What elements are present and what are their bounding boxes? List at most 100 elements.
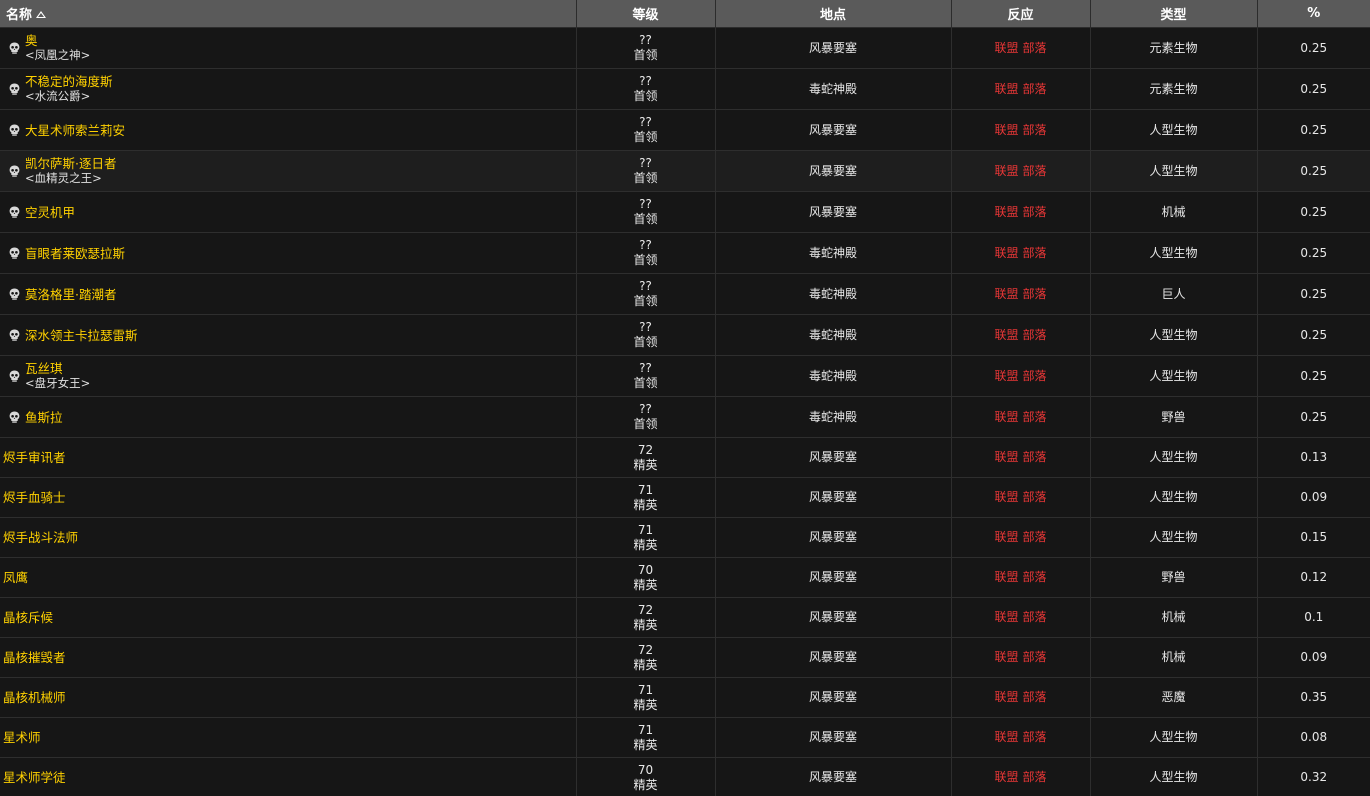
location-label: 毒蛇神殿 <box>808 81 857 96</box>
reaction-horde[interactable]: 部落 <box>1023 123 1047 137</box>
type-cell: 人型生物 <box>1090 437 1258 478</box>
npc-name-link[interactable]: 凯尔萨斯·逐日者 <box>25 156 116 171</box>
location-label: 毒蛇神殿 <box>808 245 857 260</box>
classification-label: 首领 <box>633 171 658 185</box>
reaction-alliance[interactable]: 联盟 <box>994 123 1018 137</box>
reaction-alliance[interactable]: 联盟 <box>994 610 1018 624</box>
npc-name-link[interactable]: 晶核机械师 <box>3 690 66 705</box>
reaction-horde[interactable]: 部落 <box>1023 246 1047 260</box>
reaction-horde[interactable]: 部落 <box>1023 730 1047 744</box>
creature-type-label: 人型生物 <box>1149 770 1198 784</box>
level-value: ?? <box>639 115 652 129</box>
location-cell: 风暴要塞 <box>715 477 952 518</box>
classification-label: 精英 <box>633 657 658 672</box>
reaction-horde[interactable]: 部落 <box>1023 650 1047 664</box>
npc-name-link[interactable]: 瓦丝琪 <box>25 361 90 376</box>
type-cell: 野兽 <box>1090 396 1258 438</box>
reaction-horde[interactable]: 部落 <box>1023 82 1047 96</box>
reaction-horde[interactable]: 部落 <box>1023 41 1047 55</box>
percent-cell: 0.08 <box>1257 717 1370 758</box>
reaction-alliance[interactable]: 联盟 <box>994 690 1018 704</box>
reaction-horde[interactable]: 部落 <box>1023 369 1047 383</box>
npc-name-link[interactable]: 不稳定的海度斯 <box>25 74 113 89</box>
reaction-alliance[interactable]: 联盟 <box>994 82 1018 96</box>
reaction-cell: 联盟 部落 <box>951 717 1091 758</box>
reaction-alliance[interactable]: 联盟 <box>994 205 1018 219</box>
reaction-alliance[interactable]: 联盟 <box>994 246 1018 260</box>
reaction-alliance[interactable]: 联盟 <box>994 164 1018 178</box>
reaction-horde[interactable]: 部落 <box>1023 328 1047 342</box>
type-cell: 人型生物 <box>1090 757 1258 796</box>
type-cell: 机械 <box>1090 637 1258 678</box>
npc-name-link[interactable]: 奥 <box>25 33 90 48</box>
classification-label: 首领 <box>633 212 658 226</box>
npc-name-link[interactable]: 烬手审讯者 <box>3 450 66 465</box>
type-cell: 人型生物 <box>1090 314 1258 356</box>
classification-label: 首领 <box>633 89 658 103</box>
npc-name-link[interactable]: 莫洛格里·踏潮者 <box>25 287 116 302</box>
reaction-horde[interactable]: 部落 <box>1023 690 1047 704</box>
level-value: ?? <box>639 279 652 293</box>
percent-value: 0.25 <box>1300 40 1328 55</box>
npc-name-link[interactable]: 星术师学徒 <box>3 770 66 785</box>
name-cell: 奥 <凤凰之神> <box>0 27 577 69</box>
npc-name-link[interactable]: 星术师 <box>3 730 41 745</box>
skull-icon <box>9 124 20 136</box>
table-row: 不稳定的海度斯 <水流公爵> ?? 首领 毒蛇神殿 联盟 部落 元素生物 0.25 <box>0 68 1370 110</box>
npc-name-link[interactable]: 盲眼者莱欧瑟拉斯 <box>25 246 125 261</box>
reaction-alliance[interactable]: 联盟 <box>994 287 1018 301</box>
reaction-alliance[interactable]: 联盟 <box>994 41 1018 55</box>
column-header-percent-label: % <box>1307 6 1321 21</box>
location-cell: 毒蛇神殿 <box>715 355 952 397</box>
reaction-horde[interactable]: 部落 <box>1023 530 1047 544</box>
creature-type-label: 人型生物 <box>1149 163 1198 178</box>
classification-label: 首领 <box>633 335 658 349</box>
table-row: 烬手审讯者 72 精英 风暴要塞 联盟 部落 人型生物 0.13 <box>0 437 1370 478</box>
column-header-type[interactable]: 类型 <box>1090 0 1258 28</box>
npc-name-link[interactable]: 烬手战斗法师 <box>3 530 78 545</box>
reaction-horde[interactable]: 部落 <box>1023 450 1047 464</box>
percent-value: 0.32 <box>1300 770 1328 784</box>
column-header-level[interactable]: 等级 <box>576 0 716 28</box>
column-header-reaction[interactable]: 反应 <box>951 0 1091 28</box>
npc-name-link[interactable]: 鱼斯拉 <box>25 410 63 425</box>
reaction-horde[interactable]: 部落 <box>1023 205 1047 219</box>
reaction-alliance[interactable]: 联盟 <box>994 730 1018 744</box>
reaction-horde[interactable]: 部落 <box>1023 770 1047 784</box>
reaction-alliance[interactable]: 联盟 <box>994 570 1018 584</box>
npc-name-link[interactable]: 凤鹰 <box>3 570 28 585</box>
npc-name-link[interactable]: 晶核斥候 <box>3 610 53 625</box>
reaction-alliance[interactable]: 联盟 <box>994 450 1018 464</box>
reaction-alliance[interactable]: 联盟 <box>994 530 1018 544</box>
reaction-alliance[interactable]: 联盟 <box>994 410 1018 424</box>
npc-name-link[interactable]: 空灵机甲 <box>25 205 75 220</box>
reaction-alliance[interactable]: 联盟 <box>994 770 1018 784</box>
column-header-percent[interactable]: % <box>1257 0 1370 28</box>
reaction-alliance[interactable]: 联盟 <box>994 490 1018 504</box>
reaction-alliance[interactable]: 联盟 <box>994 650 1018 664</box>
location-cell: 风暴要塞 <box>715 677 952 718</box>
creature-type-label: 机械 <box>1161 650 1186 664</box>
column-header-location[interactable]: 地点 <box>715 0 952 28</box>
column-header-name-label: 名称 <box>6 8 33 23</box>
type-cell: 人型生物 <box>1090 232 1258 274</box>
reaction-horde[interactable]: 部落 <box>1023 610 1047 624</box>
percent-cell: 0.13 <box>1257 437 1370 478</box>
reaction-horde[interactable]: 部落 <box>1023 164 1047 178</box>
reaction-cell: 联盟 部落 <box>951 597 1091 638</box>
npc-name-link[interactable]: 深水领主卡拉瑟雷斯 <box>25 328 138 343</box>
reaction-horde[interactable]: 部落 <box>1023 490 1047 504</box>
table-row: 凤鹰 70 精英 风暴要塞 联盟 部落 野兽 0.12 <box>0 557 1370 598</box>
npc-name-link[interactable]: 大星术师索兰莉安 <box>25 123 125 138</box>
reaction-alliance[interactable]: 联盟 <box>994 369 1018 383</box>
percent-value: 0.25 <box>1300 81 1328 96</box>
column-header-name[interactable]: 名称 <box>0 0 577 28</box>
name-cell: 烬手血骑士 <box>0 477 577 518</box>
npc-name-link[interactable]: 晶核摧毁者 <box>3 650 66 665</box>
reaction-horde[interactable]: 部落 <box>1023 410 1047 424</box>
reaction-horde[interactable]: 部落 <box>1023 570 1047 584</box>
reaction-horde[interactable]: 部落 <box>1023 287 1047 301</box>
level-value: 72 <box>637 642 654 657</box>
reaction-alliance[interactable]: 联盟 <box>994 328 1018 342</box>
npc-name-link[interactable]: 烬手血骑士 <box>3 490 66 505</box>
